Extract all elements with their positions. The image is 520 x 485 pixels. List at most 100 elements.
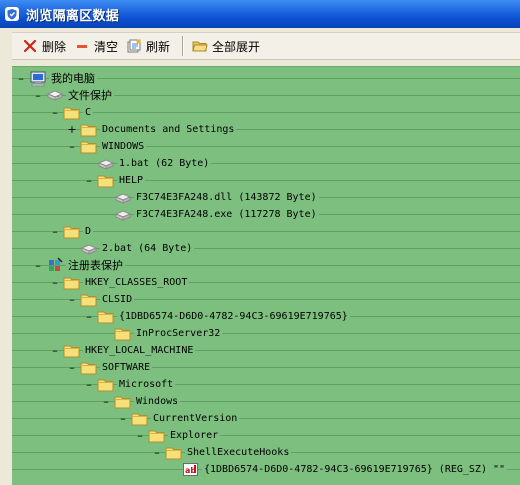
folder-icon	[80, 121, 98, 138]
tree-row-guide-line	[12, 333, 520, 334]
tree-row[interactable]: – C	[12, 104, 520, 121]
tree-row[interactable]: – 我的电脑	[12, 70, 520, 87]
collapse-toggle[interactable]: –	[50, 344, 60, 357]
tree-node-label[interactable]: Explorer	[168, 429, 221, 443]
tree-row[interactable]: 1.bat (62 Byte)	[12, 155, 520, 172]
tree-node-label[interactable]: SOFTWARE	[100, 361, 153, 375]
folder-icon	[148, 427, 166, 444]
tree-row[interactable]: ab {1DBD6574-D6D0-4782-94C3-69619E719765}…	[12, 461, 520, 478]
collapse-toggle[interactable]: –	[50, 106, 60, 119]
refresh-button-label: 刷新	[146, 39, 171, 54]
tree-row-guide-line	[12, 418, 520, 419]
left-gutter	[0, 66, 12, 485]
tree-row[interactable]: – {1DBD6574-D6D0-4782-94C3-69619E719765}	[12, 308, 520, 325]
tree-row-guide-line	[12, 435, 520, 436]
clear-button[interactable]: 清空	[72, 35, 124, 57]
tree-row-guide-line	[12, 401, 520, 402]
tree-node-label[interactable]: 2.bat (64 Byte)	[100, 242, 195, 256]
folder-icon	[114, 393, 132, 410]
tree-row[interactable]: 2.bat (64 Byte)	[12, 240, 520, 257]
delete-button[interactable]: 删除	[20, 35, 72, 57]
tree-node-label[interactable]: ShellExecuteHooks	[185, 446, 292, 460]
tree-node-label[interactable]: 我的电脑	[49, 72, 97, 86]
tree-node-label[interactable]: InProcServer32	[134, 327, 223, 341]
tree-row[interactable]: – HELP	[12, 172, 520, 189]
computer-icon	[29, 70, 47, 87]
folder-icon	[114, 325, 132, 342]
tree-node-label[interactable]: 注册表保护	[66, 259, 125, 273]
collapse-toggle[interactable]: –	[50, 276, 60, 289]
tree-row[interactable]: – CurrentVersion	[12, 410, 520, 427]
tree-row[interactable]: – D	[12, 223, 520, 240]
collapse-toggle[interactable]: –	[67, 361, 77, 374]
refresh-button[interactable]: 刷新	[124, 35, 176, 57]
file-icon	[97, 155, 115, 172]
tree-row[interactable]: – SOFTWARE	[12, 359, 520, 376]
tree-node-label[interactable]: {1DBD6574-D6D0-4782-94C3-69619E719765}	[117, 310, 350, 324]
file-icon	[80, 240, 98, 257]
tree-row[interactable]: – WINDOWS	[12, 138, 520, 155]
folder-icon	[80, 359, 98, 376]
tree-node-label[interactable]: CurrentVersion	[151, 412, 240, 426]
collapse-toggle[interactable]: –	[135, 429, 145, 442]
tree-row-guide-line	[12, 163, 520, 164]
toolbar-separator	[182, 36, 185, 56]
tree-node-label[interactable]: F3C74E3FA248.exe (117278 Byte)	[134, 208, 319, 222]
folder-icon	[63, 274, 81, 291]
tree-node-label[interactable]: {1DBD6574-D6D0-4782-94C3-69619E719765} (…	[202, 463, 508, 477]
collapse-toggle[interactable]: –	[101, 395, 111, 408]
tree-row[interactable]: – HKEY_LOCAL_MACHINE	[12, 342, 520, 359]
folder-icon	[63, 104, 81, 121]
quarantine-tree-view[interactable]: – 我的电脑 – 文件保护 – C + Documents and Settings – WIND…	[12, 66, 520, 485]
tree-row[interactable]: InProcServer32	[12, 325, 520, 342]
delete-button-label: 删除	[42, 39, 67, 54]
collapse-toggle[interactable]: –	[67, 293, 77, 306]
collapse-toggle[interactable]: –	[33, 89, 43, 102]
collapse-toggle[interactable]: –	[67, 140, 77, 153]
tree-node-label[interactable]: HELP	[117, 174, 146, 188]
tree-node-label[interactable]: HKEY_CLASSES_ROOT	[83, 276, 190, 290]
collapse-toggle[interactable]: –	[50, 225, 60, 238]
tree-row[interactable]: – Windows	[12, 393, 520, 410]
tree-row[interactable]: – ShellExecuteHooks	[12, 444, 520, 461]
tree-row[interactable]: – 注册表保护	[12, 257, 520, 274]
tree-row[interactable]: F3C74E3FA248.exe (117278 Byte)	[12, 206, 520, 223]
tree-node-label[interactable]: F3C74E3FA248.dll (143872 Byte)	[134, 191, 319, 205]
tree-row[interactable]: – Microsoft	[12, 376, 520, 393]
folder-icon	[80, 138, 98, 155]
tree-row[interactable]: + Documents and Settings	[12, 121, 520, 138]
tree-node-label[interactable]: WINDOWS	[100, 140, 147, 154]
tree-node-label[interactable]: 文件保护	[66, 89, 114, 103]
collapse-toggle[interactable]: –	[33, 259, 43, 272]
tree-node-label[interactable]: CLSID	[100, 293, 135, 307]
quarantine-browser-window: 浏览隔离区数据 删除 清空 刷新 全部展开 – 我的电脑 – 文件保护 – C …	[0, 0, 520, 485]
tree-node-label[interactable]: HKEY_LOCAL_MACHINE	[83, 344, 196, 358]
tree-row[interactable]: – HKEY_CLASSES_ROOT	[12, 274, 520, 291]
tree-row[interactable]: – Explorer	[12, 427, 520, 444]
tree-node-label[interactable]: 1.bat (62 Byte)	[117, 157, 212, 171]
tree-node-label[interactable]: Windows	[134, 395, 181, 409]
tree-row[interactable]: – 文件保护	[12, 87, 520, 104]
registry-icon	[46, 257, 64, 274]
collapse-toggle[interactable]: –	[84, 310, 94, 323]
folder-icon	[63, 223, 81, 240]
collapse-toggle[interactable]: –	[84, 174, 94, 187]
file-icon	[114, 189, 132, 206]
collapse-toggle[interactable]: –	[84, 378, 94, 391]
tree-node-label[interactable]: C	[83, 106, 94, 120]
tree-node-label[interactable]: D	[83, 225, 94, 239]
delete-x-icon	[22, 38, 38, 54]
expand-toggle[interactable]: +	[67, 123, 77, 136]
tree-row[interactable]: F3C74E3FA248.dll (143872 Byte)	[12, 189, 520, 206]
folder-icon	[97, 376, 115, 393]
expand-all-button[interactable]: 全部展开	[190, 35, 266, 57]
collapse-toggle[interactable]: –	[118, 412, 128, 425]
tree-row[interactable]: – CLSID	[12, 291, 520, 308]
folder-icon	[165, 444, 183, 461]
toolbar: 删除 清空 刷新 全部展开	[12, 32, 520, 60]
tree-node-label[interactable]: Microsoft	[117, 378, 176, 392]
collapse-toggle[interactable]: –	[152, 446, 162, 459]
tree-node-label[interactable]: Documents and Settings	[100, 123, 237, 137]
title-bar[interactable]: 浏览隔离区数据	[0, 0, 520, 28]
collapse-toggle[interactable]: –	[16, 72, 26, 85]
